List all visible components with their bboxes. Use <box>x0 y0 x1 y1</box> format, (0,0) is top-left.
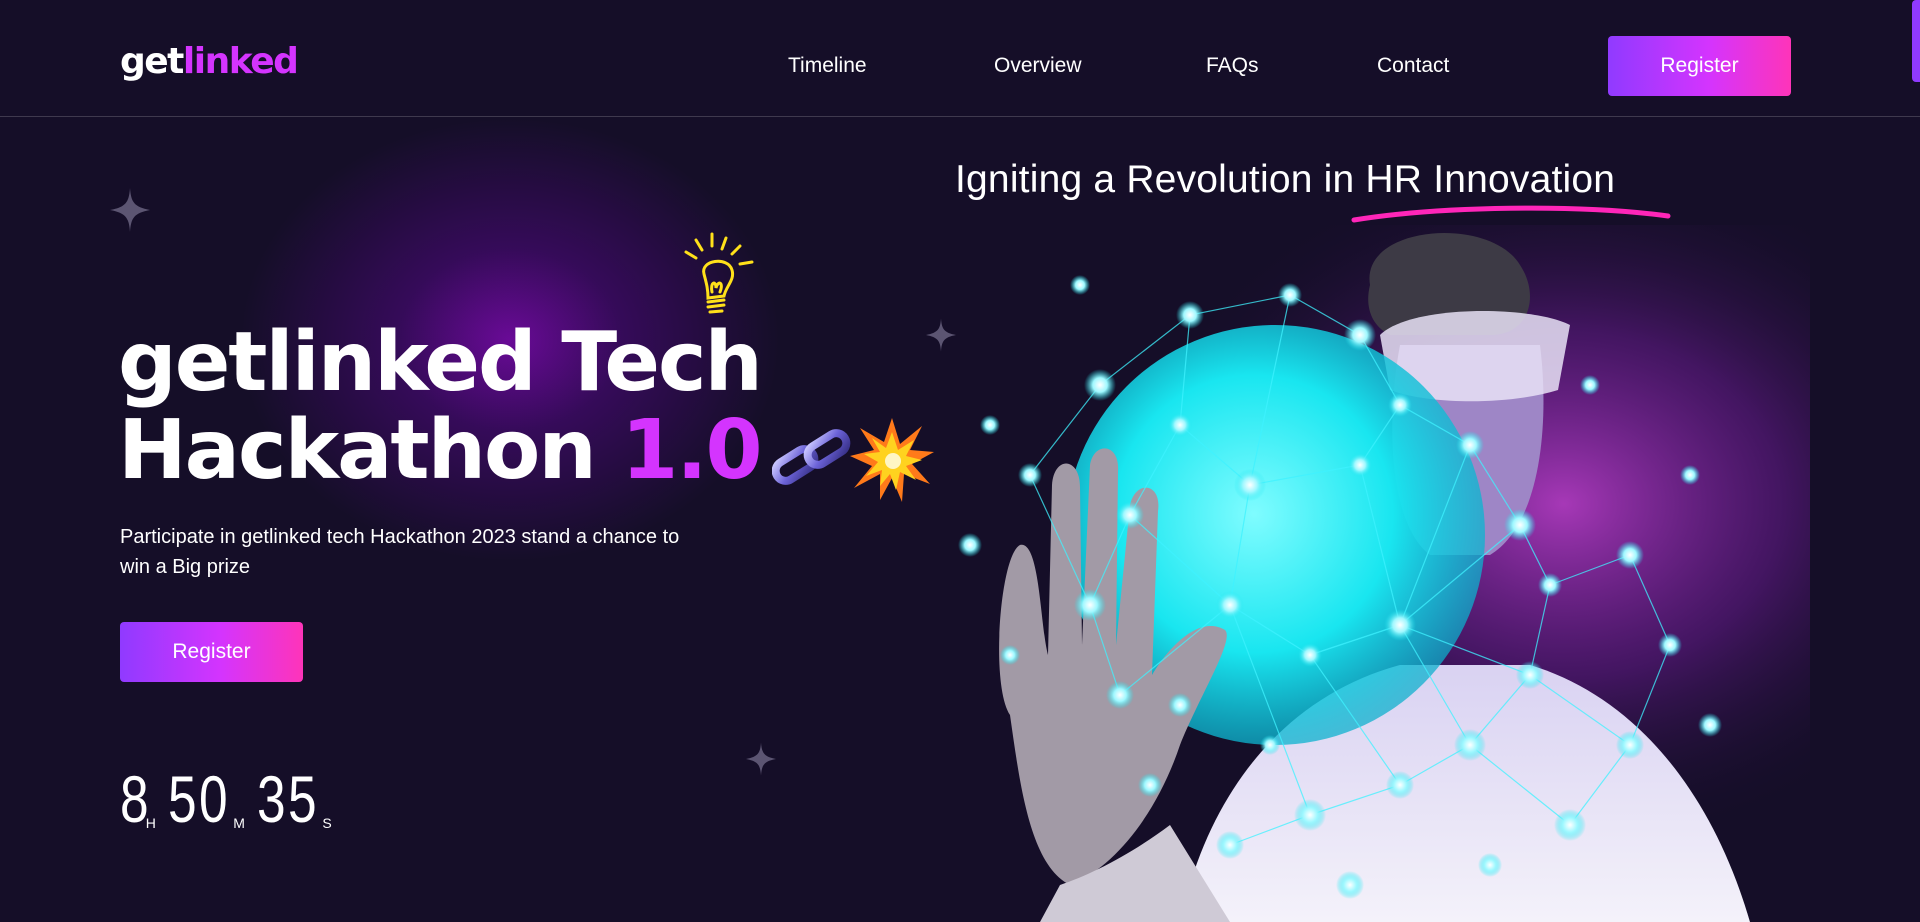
chain-link-icon <box>772 429 851 485</box>
nav-link-overview[interactable]: Overview <box>994 54 1082 78</box>
countdown-hours: 8 <box>120 762 151 836</box>
star-sparkle-icon <box>110 188 150 239</box>
scrollbar-thumb[interactable] <box>1912 0 1920 82</box>
nav-link-faqs[interactable]: FAQs <box>1206 54 1259 78</box>
hero-tagline: Igniting a Revolution in HR Innovation <box>955 158 1616 201</box>
hero-title-line-2: Hackathon 1.0 <box>118 403 763 498</box>
countdown-minutes: 50 <box>167 762 230 836</box>
star-sparkle-icon <box>746 742 776 783</box>
hero-title-line-1: getlinked Tech <box>118 315 763 410</box>
hero-title-hackathon: Hackathon <box>118 403 597 498</box>
collision-burst-icon <box>850 418 934 502</box>
hero-description: Participate in getlinked tech Hackathon … <box>120 526 680 578</box>
countdown-seconds-unit: S <box>322 815 332 831</box>
nav-link-contact[interactable]: Contact <box>1377 54 1449 78</box>
logo[interactable]: getlinked <box>120 41 299 82</box>
countdown-timer: 8 H 50 M 35 S <box>120 766 344 832</box>
nav-link-timeline[interactable]: Timeline <box>788 54 867 78</box>
countdown-minutes-unit: M <box>233 815 245 831</box>
tagline-underline <box>1351 205 1671 223</box>
site-header: getlinked Timeline Overview FAQs Contact… <box>0 0 1920 117</box>
countdown-seconds: 35 <box>256 762 319 836</box>
hero-register-button[interactable]: Register <box>120 622 303 682</box>
logo-part-linked: linked <box>182 41 299 82</box>
hero-title-version: 1.0 <box>621 403 762 498</box>
landing-page: getlinked Timeline Overview FAQs Contact… <box>0 0 1920 922</box>
hero-vr-person-illustration <box>930 225 1810 922</box>
logo-part-get: get <box>120 41 184 82</box>
header-register-button[interactable]: Register <box>1608 36 1791 96</box>
